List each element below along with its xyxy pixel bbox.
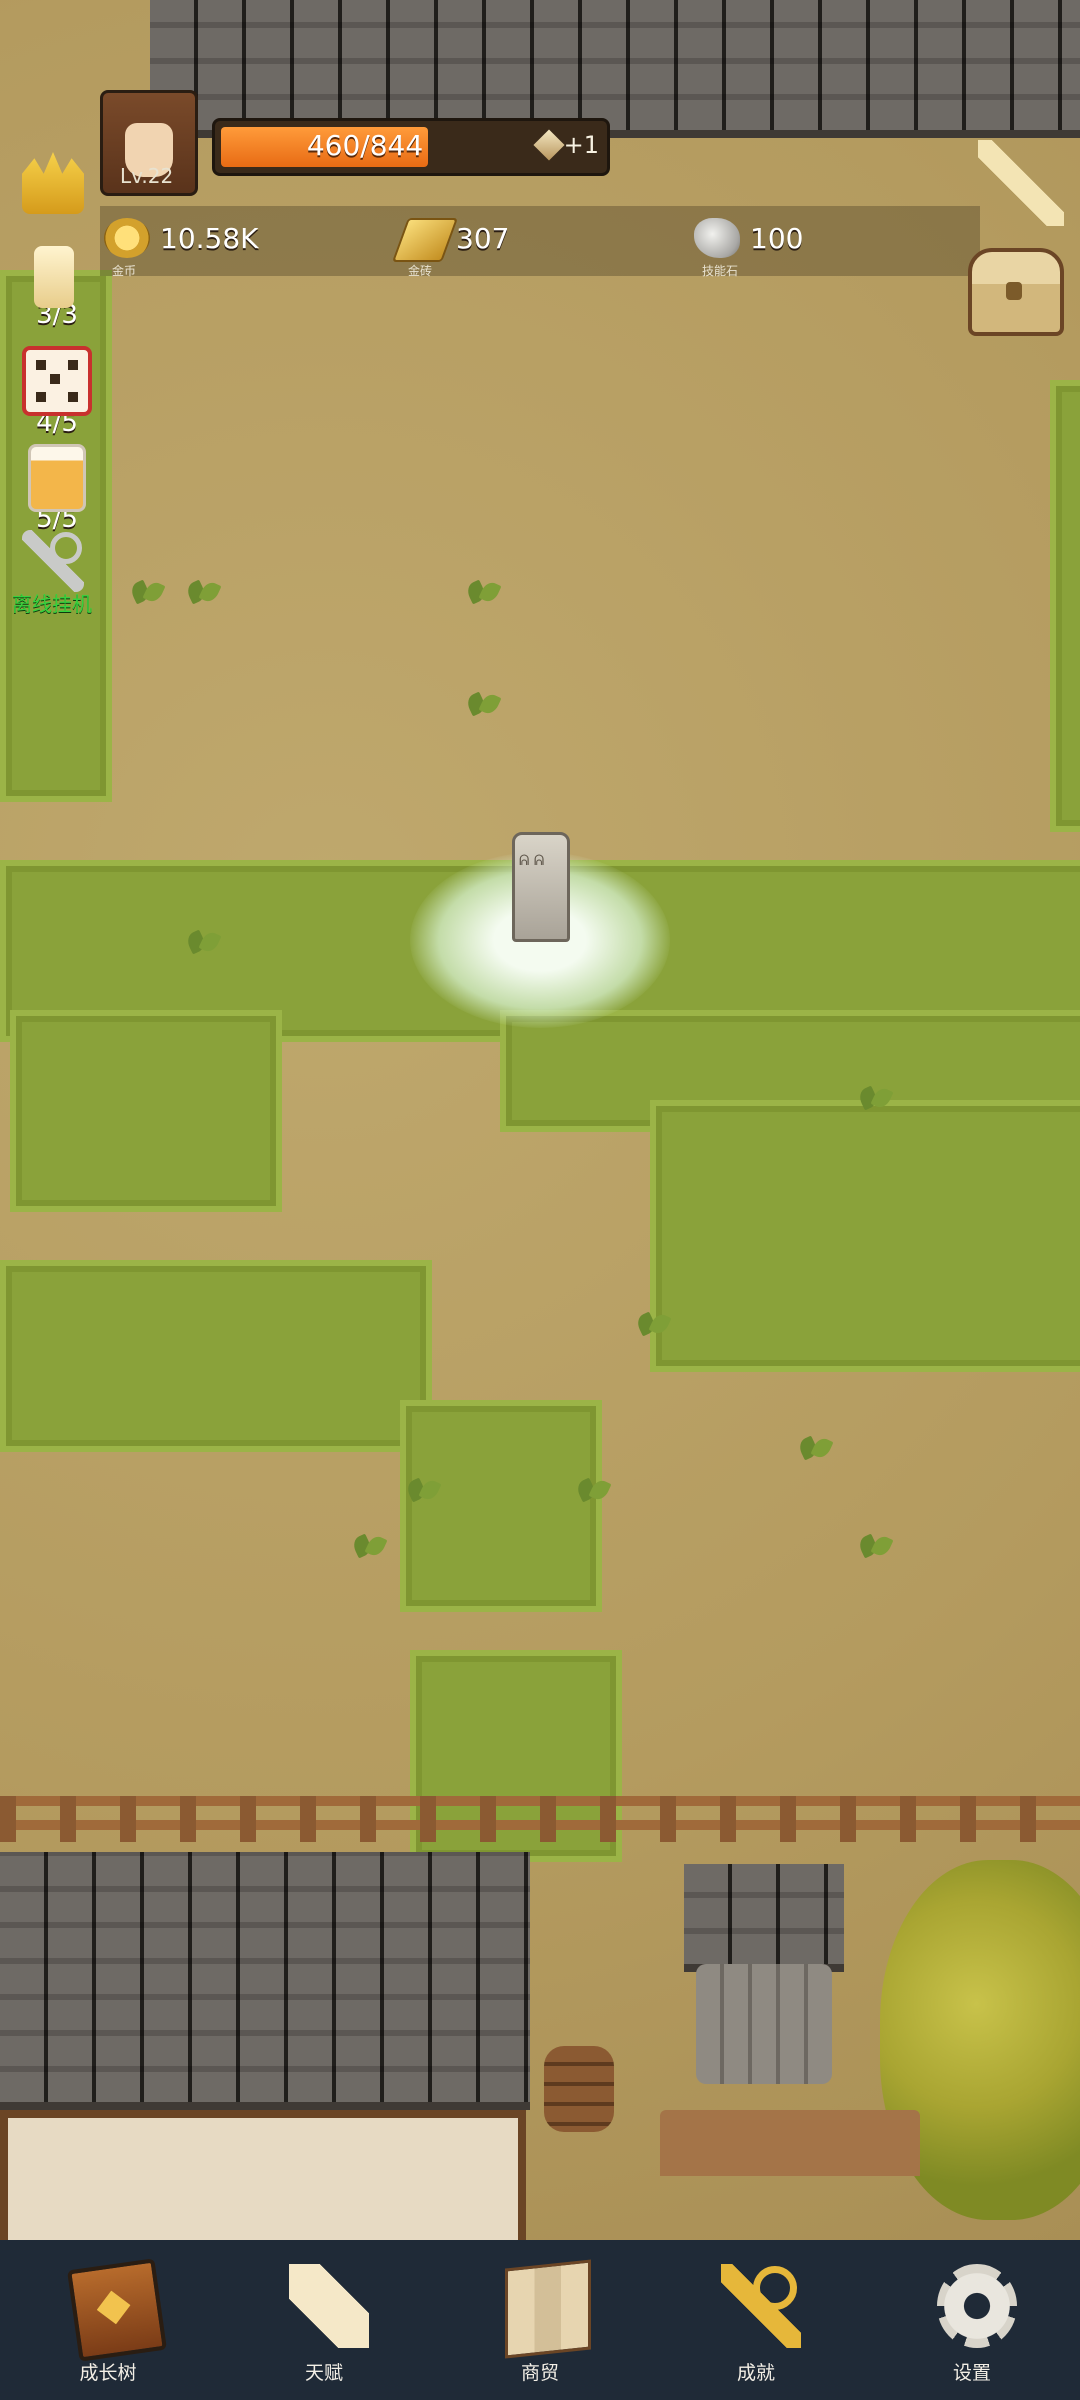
bottom-navigation: 成长树 天赋 商贸 成就 设置 bbox=[0, 2240, 1080, 2400]
dice-pip bbox=[36, 392, 46, 402]
sword-icon[interactable] bbox=[978, 140, 1064, 226]
resource-coins[interactable]: 10.58K 金币 bbox=[104, 212, 294, 278]
resource-skill-stone[interactable]: 100 技能石 bbox=[694, 212, 854, 278]
sprout bbox=[858, 1528, 892, 1558]
game-world[interactable] bbox=[0, 0, 1080, 2240]
experience-bonus-value: +1 bbox=[563, 131, 599, 159]
resource-gold-bars[interactable]: 307 金砖 bbox=[391, 212, 560, 278]
map-icon bbox=[505, 2259, 591, 2359]
bottom-building-wall bbox=[0, 2110, 526, 2240]
sprout bbox=[186, 574, 220, 604]
book-icon bbox=[67, 2258, 167, 2362]
sprout bbox=[352, 1528, 386, 1558]
wooden-cart bbox=[660, 2110, 920, 2220]
grass-patch bbox=[650, 1100, 1080, 1372]
nav-label: 成就 bbox=[736, 2362, 775, 2384]
experience-bonus: +1 bbox=[533, 129, 599, 161]
grass-patch bbox=[400, 1400, 602, 1612]
nav-achievements[interactable]: 成就 bbox=[666, 2240, 846, 2400]
dice-pip bbox=[68, 360, 78, 370]
sprout bbox=[636, 1306, 670, 1336]
gold-bars-value: 307 bbox=[456, 222, 510, 255]
dice-pip bbox=[50, 374, 60, 384]
grass-patch bbox=[1050, 380, 1080, 832]
candle-icon bbox=[34, 246, 74, 308]
coins-value: 10.58K bbox=[160, 222, 259, 255]
sprout bbox=[466, 574, 500, 604]
sprout bbox=[130, 574, 164, 604]
nav-label: 天赋 bbox=[304, 2362, 343, 2384]
nav-growth-tree[interactable]: 成长树 bbox=[18, 2240, 198, 2400]
nav-label: 设置 bbox=[952, 2362, 991, 2384]
barrel bbox=[544, 2046, 614, 2132]
grass-patch bbox=[10, 1010, 282, 1212]
gold-bar-icon bbox=[391, 218, 459, 262]
crown-icon bbox=[22, 152, 84, 214]
grass-patch bbox=[0, 1260, 432, 1452]
stone-well bbox=[696, 1964, 832, 2084]
key-icon bbox=[22, 530, 84, 592]
coin-icon bbox=[104, 218, 150, 258]
skill-stone-value: 100 bbox=[750, 222, 804, 255]
sprout bbox=[576, 1472, 610, 1502]
candle-button[interactable]: 3/3 bbox=[22, 246, 92, 330]
sprout bbox=[186, 924, 220, 954]
offline-idle-button[interactable] bbox=[22, 530, 92, 592]
nav-trade[interactable]: 商贸 bbox=[450, 2240, 630, 2400]
experience-text: 460/844 bbox=[306, 129, 424, 162]
experience-bar: 460/844 +1 bbox=[212, 118, 610, 176]
nav-settings[interactable]: 设置 bbox=[882, 2240, 1062, 2400]
key-icon bbox=[721, 2264, 801, 2348]
sprout bbox=[466, 686, 500, 716]
dice-pip bbox=[68, 392, 78, 402]
nav-label: 商贸 bbox=[520, 2362, 559, 2384]
skill-stone-icon bbox=[694, 218, 740, 258]
sprout bbox=[858, 1080, 892, 1110]
beer-icon bbox=[28, 444, 86, 512]
gear-icon bbox=[937, 2264, 1017, 2348]
dice-button[interactable]: 4/5 bbox=[22, 346, 92, 438]
dice-icon bbox=[22, 346, 92, 416]
gold-bars-label: 金砖 bbox=[408, 264, 433, 278]
nav-talent[interactable]: 天赋 bbox=[234, 2240, 414, 2400]
well-roof bbox=[684, 1864, 844, 1972]
offline-idle-label: 离线挂机 bbox=[12, 592, 92, 616]
scroll-icon bbox=[289, 2264, 369, 2348]
treasure-chest-icon[interactable] bbox=[968, 248, 1064, 336]
player-level: Lv.22 bbox=[120, 164, 174, 188]
crown-button[interactable] bbox=[22, 152, 92, 214]
stone-marker[interactable] bbox=[512, 832, 570, 942]
bottom-building-roof bbox=[0, 1852, 530, 2110]
feather-icon bbox=[533, 129, 565, 161]
sprout bbox=[798, 1430, 832, 1460]
nav-label: 成长树 bbox=[79, 2362, 137, 2384]
sprout bbox=[406, 1472, 440, 1502]
beer-button[interactable]: 5/5 bbox=[22, 444, 92, 534]
coins-label: 金币 bbox=[112, 264, 137, 278]
dice-pip bbox=[36, 360, 46, 370]
skill-stone-label: 技能石 bbox=[702, 264, 739, 278]
wooden-fence bbox=[0, 1796, 1080, 1842]
